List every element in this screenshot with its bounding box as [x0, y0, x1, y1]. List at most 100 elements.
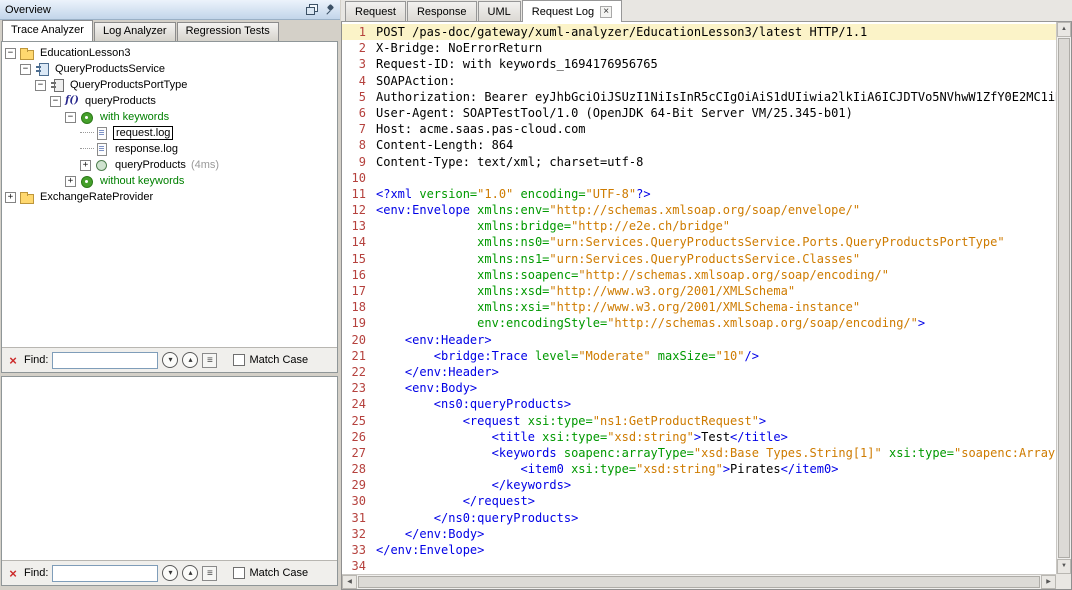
close-find-icon[interactable]: × — [6, 354, 20, 367]
vertical-scroll-thumb[interactable] — [1058, 38, 1070, 558]
code-token: "xsd:string" — [636, 462, 723, 476]
tab-log-analyzer[interactable]: Log Analyzer — [94, 22, 176, 41]
code-line-31[interactable]: 31 </ns0:queryProducts> — [342, 510, 1056, 526]
code-line-11[interactable]: 11<?xml version="1.0" encoding="UTF-8"?> — [342, 186, 1056, 202]
code-line-29[interactable]: 29 </keywords> — [342, 477, 1056, 493]
code-line-1[interactable]: 1POST /pas-doc/gateway/xuml-analyzer/Edu… — [342, 24, 1056, 40]
float-window-icon[interactable] — [306, 4, 318, 15]
editor-tab-response[interactable]: Response — [407, 1, 477, 21]
editor-tab-request-log[interactable]: Request Log× — [522, 0, 622, 22]
code-line-33[interactable]: 33</env:Envelope> — [342, 542, 1056, 558]
match-case-checkbox[interactable] — [233, 354, 245, 366]
scroll-right-icon[interactable]: ▶ — [1041, 575, 1056, 589]
plus-handle-icon[interactable]: + — [65, 176, 76, 187]
line-content: <request xsi:type="ns1:GetProductRequest… — [376, 414, 766, 428]
code-line-16[interactable]: 16 xmlns:soapenc="http://schemas.xmlsoap… — [342, 267, 1056, 283]
tree-node-without-keywords[interactable]: +without keywords — [3, 173, 336, 189]
minus-handle-icon[interactable]: − — [35, 80, 46, 91]
tree-node-with-keywords[interactable]: −with keywords — [3, 109, 336, 125]
code-line-5[interactable]: 5Authorization: Bearer eyJhbGciOiJSUzI1N… — [342, 89, 1056, 105]
code-line-18[interactable]: 18 xmlns:xsi="http://www.w3.org/2001/XML… — [342, 299, 1056, 315]
tree-node-response-log[interactable]: response.log — [3, 141, 336, 157]
horizontal-scroll-thumb[interactable] — [358, 576, 1040, 588]
scroll-down-icon[interactable]: ▼ — [1057, 559, 1071, 574]
pin-window-icon[interactable] — [324, 4, 335, 16]
line-content: </keywords> — [376, 478, 571, 492]
code-line-10[interactable]: 10 — [342, 170, 1056, 186]
code-line-22[interactable]: 22 </env:Header> — [342, 364, 1056, 380]
code-line-12[interactable]: 12<env:Envelope xmlns:env="http://schema… — [342, 202, 1056, 218]
code-line-13[interactable]: 13 xmlns:bridge="http://e2e.ch/bridge" — [342, 218, 1056, 234]
code-line-30[interactable]: 30 </request> — [342, 493, 1056, 509]
editor-tab-bar: RequestResponseUMLRequest Log× — [341, 0, 1072, 22]
code-line-2[interactable]: 2X-Bridge: NoErrorReturn — [342, 40, 1056, 56]
minus-handle-icon[interactable]: − — [5, 48, 16, 59]
minus-handle-icon[interactable]: − — [50, 96, 61, 107]
find-input[interactable] — [52, 565, 158, 582]
line-number: 28 — [342, 461, 376, 477]
code-line-17[interactable]: 17 xmlns:xsd="http://www.w3.org/2001/XML… — [342, 283, 1056, 299]
tab-trace-analyzer[interactable]: Trace Analyzer — [2, 20, 93, 41]
plus-handle-icon[interactable]: + — [5, 192, 16, 203]
scrollbar-corner — [1056, 574, 1071, 589]
tree-node-label: QueryProductsService — [53, 63, 167, 75]
code-line-21[interactable]: 21 <bridge:Trace level="Moderate" maxSiz… — [342, 348, 1056, 364]
code-token: maxSize= — [658, 349, 716, 363]
code-editor[interactable]: 1POST /pas-doc/gateway/xuml-analyzer/Edu… — [342, 22, 1056, 574]
code-line-34[interactable]: 34 — [342, 558, 1056, 574]
tree-node-exchangerateprovider[interactable]: +ExchangeRateProvider — [3, 189, 336, 205]
code-line-25[interactable]: 25 <request xsi:type="ns1:GetProductRequ… — [342, 413, 1056, 429]
code-line-14[interactable]: 14 xmlns:ns0="urn:Services.QueryProducts… — [342, 234, 1056, 250]
tree-node-queryproductsservice[interactable]: − QueryProductsService — [3, 61, 336, 77]
plus-handle-icon[interactable]: + — [80, 160, 91, 171]
code-token — [376, 219, 477, 233]
code-line-28[interactable]: 28 <item0 xsi:type="xsd:string">Pirates<… — [342, 461, 1056, 477]
code-line-23[interactable]: 23 <env:Body> — [342, 380, 1056, 396]
editor-tab-uml[interactable]: UML — [478, 1, 521, 21]
code-line-7[interactable]: 7Host: acme.saas.pas-cloud.com — [342, 121, 1056, 137]
tree-node-request-log[interactable]: request.log — [3, 125, 336, 141]
find-prev-button[interactable]: ▴ — [182, 352, 198, 368]
match-case-checkbox[interactable] — [233, 567, 245, 579]
code-line-32[interactable]: 32 </env:Body> — [342, 526, 1056, 542]
code-token: xmlns:ns1= — [477, 252, 549, 266]
line-number: 30 — [342, 493, 376, 509]
line-content: <env:Envelope xmlns:env="http://schemas.… — [376, 203, 860, 217]
horizontal-scrollbar[interactable]: ◀ ▶ — [342, 574, 1056, 589]
vertical-scrollbar[interactable]: ▲ ▼ — [1056, 22, 1071, 574]
find-next-button[interactable]: ▾ — [162, 565, 178, 581]
close-tab-icon[interactable]: × — [600, 6, 612, 18]
line-content: <env:Header> — [376, 333, 492, 347]
close-find-icon[interactable]: × — [6, 567, 20, 580]
overview-header[interactable]: Overview — [0, 0, 340, 20]
code-line-27[interactable]: 27 <keywords soapenc:arrayType="xsd:Base… — [342, 445, 1056, 461]
code-line-20[interactable]: 20 <env:Header> — [342, 332, 1056, 348]
editor-tab-request[interactable]: Request — [345, 1, 406, 21]
code-line-8[interactable]: 8Content-Length: 864 — [342, 137, 1056, 153]
highlight-results-button[interactable]: ≡ — [202, 566, 217, 581]
tab-regression-tests[interactable]: Regression Tests — [177, 22, 279, 41]
find-prev-button[interactable]: ▴ — [182, 565, 198, 581]
tree-node-queryproductsporttype[interactable]: −QueryProductsPortType — [3, 77, 336, 93]
log-icon — [94, 142, 110, 156]
code-line-3[interactable]: 3Request-ID: with keywords_1694176956765 — [342, 56, 1056, 72]
scroll-left-icon[interactable]: ◀ — [342, 575, 357, 589]
code-line-4[interactable]: 4SOAPAction: — [342, 73, 1056, 89]
tree-node-educationlesson3[interactable]: −EducationLesson3 — [3, 45, 336, 61]
code-line-15[interactable]: 15 xmlns:ns1="urn:Services.QueryProducts… — [342, 251, 1056, 267]
code-line-24[interactable]: 24 <ns0:queryProducts> — [342, 396, 1056, 412]
tree-node-queryproducts[interactable]: +queryProducts(4ms) — [3, 157, 336, 173]
find-next-button[interactable]: ▾ — [162, 352, 178, 368]
code-line-6[interactable]: 6User-Agent: SOAPTestTool/1.0 (OpenJDK 6… — [342, 105, 1056, 121]
minus-handle-icon[interactable]: − — [65, 112, 76, 123]
find-input[interactable] — [52, 352, 158, 369]
scroll-up-icon[interactable]: ▲ — [1057, 22, 1071, 37]
code-line-9[interactable]: 9Content-Type: text/xml; charset=utf-8 — [342, 154, 1056, 170]
tree-node-queryproducts[interactable]: −f()queryProducts — [3, 93, 336, 109]
highlight-results-button[interactable]: ≡ — [202, 353, 217, 368]
minus-handle-icon[interactable]: − — [20, 64, 31, 75]
trace-tree: −EducationLesson3−QueryProductsService−Q… — [3, 43, 336, 346]
code-line-26[interactable]: 26 <title xsi:type="xsd:string">Test</ti… — [342, 429, 1056, 445]
code-line-19[interactable]: 19 env:encodingStyle="http://schemas.xml… — [342, 315, 1056, 331]
line-number: 33 — [342, 542, 376, 558]
